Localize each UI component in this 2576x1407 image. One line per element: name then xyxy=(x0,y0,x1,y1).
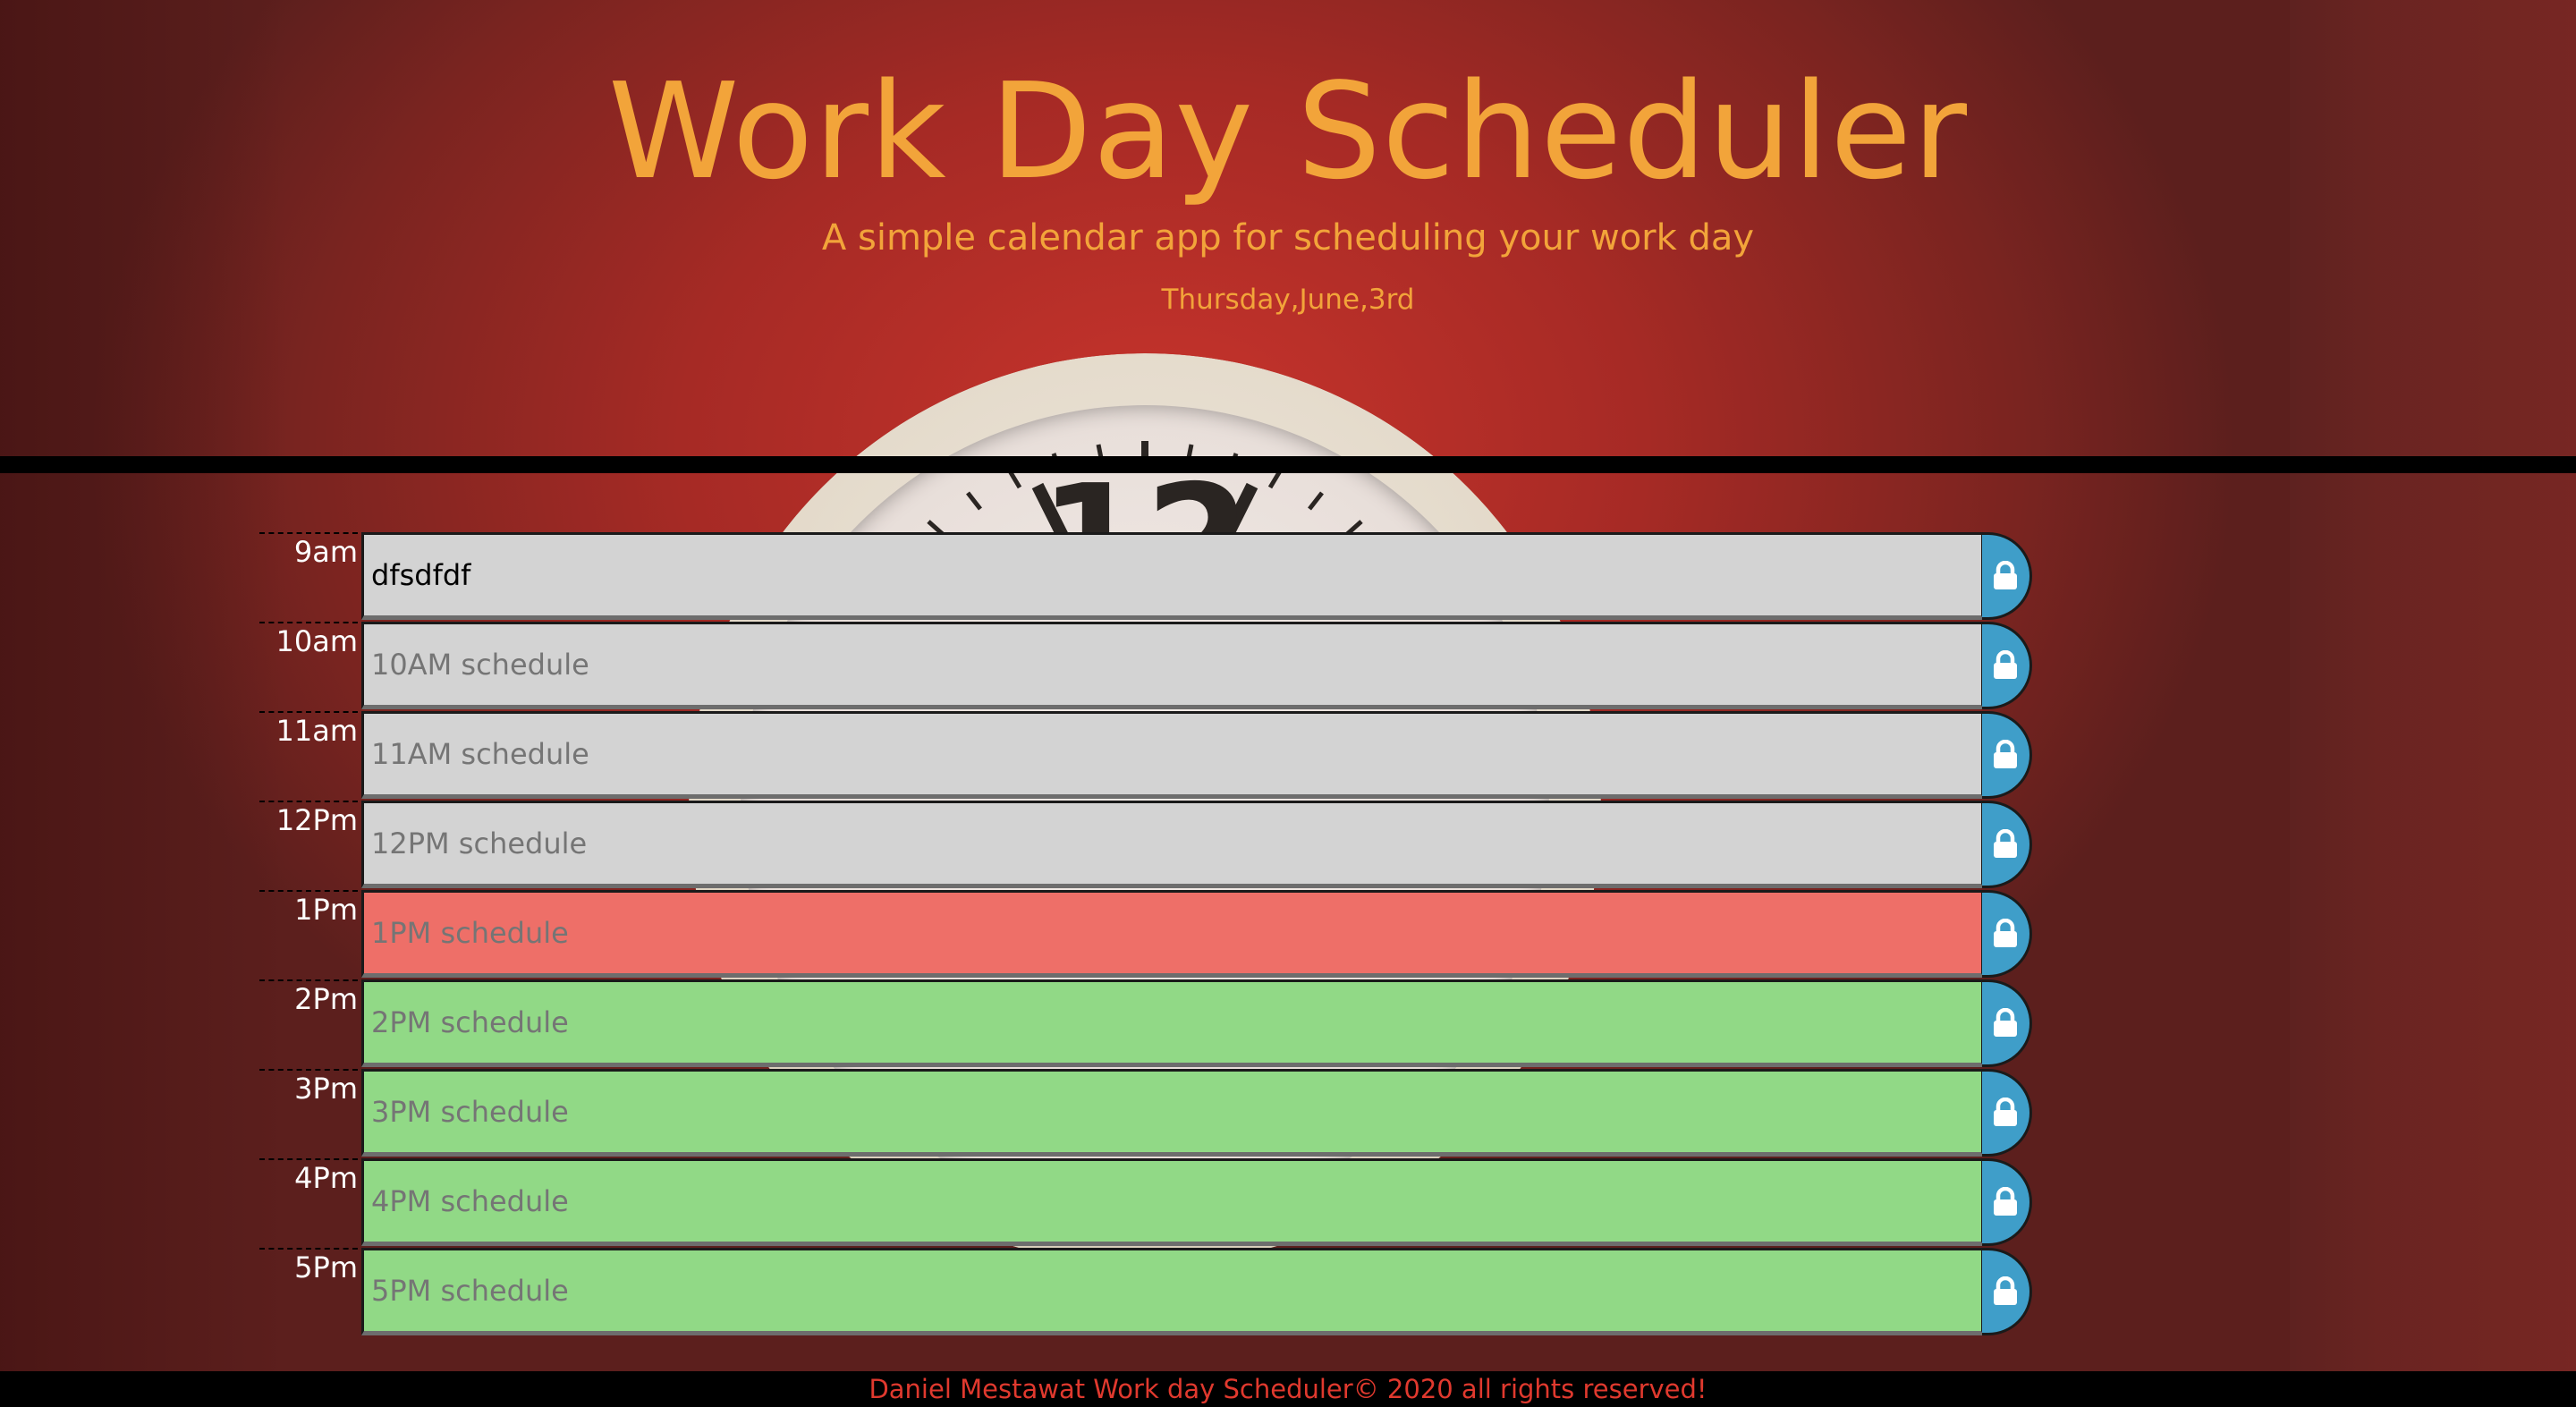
schedule-textarea[interactable] xyxy=(361,1158,1984,1246)
hour-label: 5Pm xyxy=(259,1248,358,1334)
page-title: Work Day Scheduler xyxy=(607,55,1969,208)
lock-icon xyxy=(1994,740,2017,768)
lock-icon xyxy=(1994,561,2017,589)
hour-label: 1Pm xyxy=(259,890,358,976)
page-footer: Daniel Mestawat Work day Scheduler© 2020… xyxy=(0,1371,2576,1407)
lock-icon xyxy=(1994,1276,2017,1305)
save-button[interactable] xyxy=(1982,979,2032,1067)
hour-label: 12Pm xyxy=(259,801,358,886)
schedule-textarea[interactable] xyxy=(361,711,1984,799)
time-block-row: 9am dfsdfdf xyxy=(0,532,2576,622)
hour-label: 11am xyxy=(259,711,358,797)
hour-label: 10am xyxy=(259,622,358,708)
lock-icon xyxy=(1994,829,2017,858)
save-button[interactable] xyxy=(1982,1248,2032,1335)
lock-icon xyxy=(1994,919,2017,947)
schedule-textarea[interactable] xyxy=(361,1248,1984,1335)
time-block-row: 11am xyxy=(0,711,2576,801)
schedule-textarea[interactable] xyxy=(361,801,1984,888)
schedule-textarea[interactable] xyxy=(361,890,1984,978)
save-button[interactable] xyxy=(1982,532,2032,620)
time-block-row: 1Pm xyxy=(0,890,2576,979)
schedule-textarea[interactable]: dfsdfdf xyxy=(361,532,1984,620)
header-divider xyxy=(0,456,2576,473)
lock-icon xyxy=(1994,1187,2017,1216)
time-block-row: 10am xyxy=(0,622,2576,711)
time-block-row: 2Pm xyxy=(0,979,2576,1069)
page-subtitle: A simple calendar app for scheduling you… xyxy=(821,217,1755,259)
current-date: Thursday,June,3rd xyxy=(1161,284,1415,316)
save-button[interactable] xyxy=(1982,801,2032,888)
hour-label: 9am xyxy=(259,532,358,618)
lock-icon xyxy=(1994,1098,2017,1126)
save-button[interactable] xyxy=(1982,1069,2032,1157)
time-block-row: 4Pm xyxy=(0,1158,2576,1248)
hour-label: 4Pm xyxy=(259,1158,358,1244)
hour-label: 2Pm xyxy=(259,979,358,1065)
save-button[interactable] xyxy=(1982,711,2032,799)
schedule-textarea[interactable] xyxy=(361,622,1984,709)
lock-icon xyxy=(1994,1008,2017,1037)
lock-icon xyxy=(1994,650,2017,679)
save-button[interactable] xyxy=(1982,890,2032,978)
save-button[interactable] xyxy=(1982,1158,2032,1246)
save-button[interactable] xyxy=(1982,622,2032,709)
hour-label: 3Pm xyxy=(259,1069,358,1155)
time-block-row: 5Pm xyxy=(0,1248,2576,1337)
schedule-textarea[interactable] xyxy=(361,1069,1984,1157)
time-block-row: 3Pm xyxy=(0,1069,2576,1158)
time-block-row: 12Pm xyxy=(0,801,2576,890)
schedule-textarea[interactable] xyxy=(361,979,1984,1067)
